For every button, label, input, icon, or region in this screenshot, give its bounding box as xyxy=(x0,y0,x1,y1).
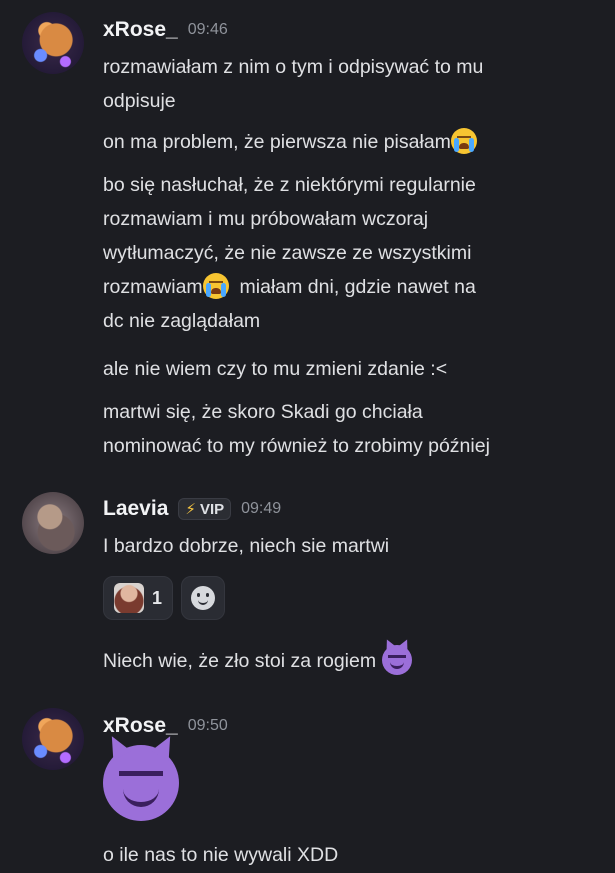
message-line: I bardzo dobrze, niech sie martwi xyxy=(103,535,390,557)
message-line: dc nie zaglądałam xyxy=(103,310,261,332)
reactions-bar: 1 xyxy=(103,576,226,620)
devil-emoji-icon[interactable] xyxy=(103,745,179,821)
message-line: martwi się, że skoro Skadi go chciała xyxy=(103,401,423,423)
add-reaction-icon xyxy=(191,586,216,610)
message-text[interactable]: martwi się, że skoro Skadi go chciała no… xyxy=(103,395,603,463)
avatar[interactable] xyxy=(22,708,84,770)
message-header: Laevia ⚡ VIP 09:49 xyxy=(103,497,281,521)
message-line: rozmawiałam z nim o tym i odpisywać to m… xyxy=(103,56,484,78)
message-text[interactable]: bo się nasłuchał, że z niektórymi regula… xyxy=(103,168,603,338)
message-text[interactable]: ale nie wiem czy to mu zmieni zdanie :< xyxy=(103,352,603,386)
message-line: on ma problem, że pierwsza nie pisałam xyxy=(103,131,451,153)
timestamp: 09:50 xyxy=(187,717,228,734)
lightning-bolt-icon: ⚡ xyxy=(185,501,196,518)
username[interactable]: Laevia xyxy=(103,497,168,521)
timestamp: 09:46 xyxy=(187,21,228,38)
message-line: bo się nasłuchał, że z niektórymi regula… xyxy=(103,174,476,196)
crying-emoji-icon xyxy=(450,128,477,154)
message-line: rozmawiam i mu próbowałam wczoraj xyxy=(103,208,429,230)
message-line: nominować to my również to zrobimy późni… xyxy=(103,435,490,457)
custom-emoji-icon xyxy=(114,583,144,613)
message-line: odpisuje xyxy=(103,90,176,112)
message-line: rozmawiam xyxy=(103,276,203,298)
crying-emoji-icon xyxy=(202,273,229,299)
message-line: o ile nas to nie wywali XDD xyxy=(103,844,339,866)
message-header: xRose_ 09:46 xyxy=(103,18,228,42)
message-text[interactable]: I bardzo dobrze, niech sie martwi xyxy=(103,529,603,563)
message-line: miałam dni, gdzie nawet na xyxy=(239,276,476,298)
username[interactable]: xRose_ xyxy=(103,18,178,42)
devil-emoji-icon xyxy=(381,645,412,675)
message-line: ale nie wiem czy to mu zmieni zdanie :< xyxy=(103,358,448,380)
avatar[interactable] xyxy=(22,12,84,74)
add-reaction-button[interactable] xyxy=(181,576,226,620)
message-text[interactable]: rozmawiałam z nim o tym i odpisywać to m… xyxy=(103,50,603,118)
message-text[interactable]: Niech wie, że zło stoi za rogiem xyxy=(103,644,603,678)
message-text[interactable]: on ma problem, że pierwsza nie pisałam xyxy=(103,125,603,159)
timestamp: 09:49 xyxy=(241,500,282,517)
message-line: wytłumaczyć, że nie zawsze ze wszystkimi xyxy=(103,242,472,264)
vip-badge-label: VIP xyxy=(199,500,225,518)
reaction-chip[interactable]: 1 xyxy=(103,576,174,620)
reaction-count: 1 xyxy=(152,587,163,608)
message-line: Niech wie, że zło stoi za rogiem xyxy=(103,650,377,672)
vip-badge[interactable]: ⚡ VIP xyxy=(178,498,232,520)
avatar[interactable] xyxy=(22,492,84,554)
message-text[interactable]: o ile nas to nie wywali XDD xyxy=(103,838,603,872)
